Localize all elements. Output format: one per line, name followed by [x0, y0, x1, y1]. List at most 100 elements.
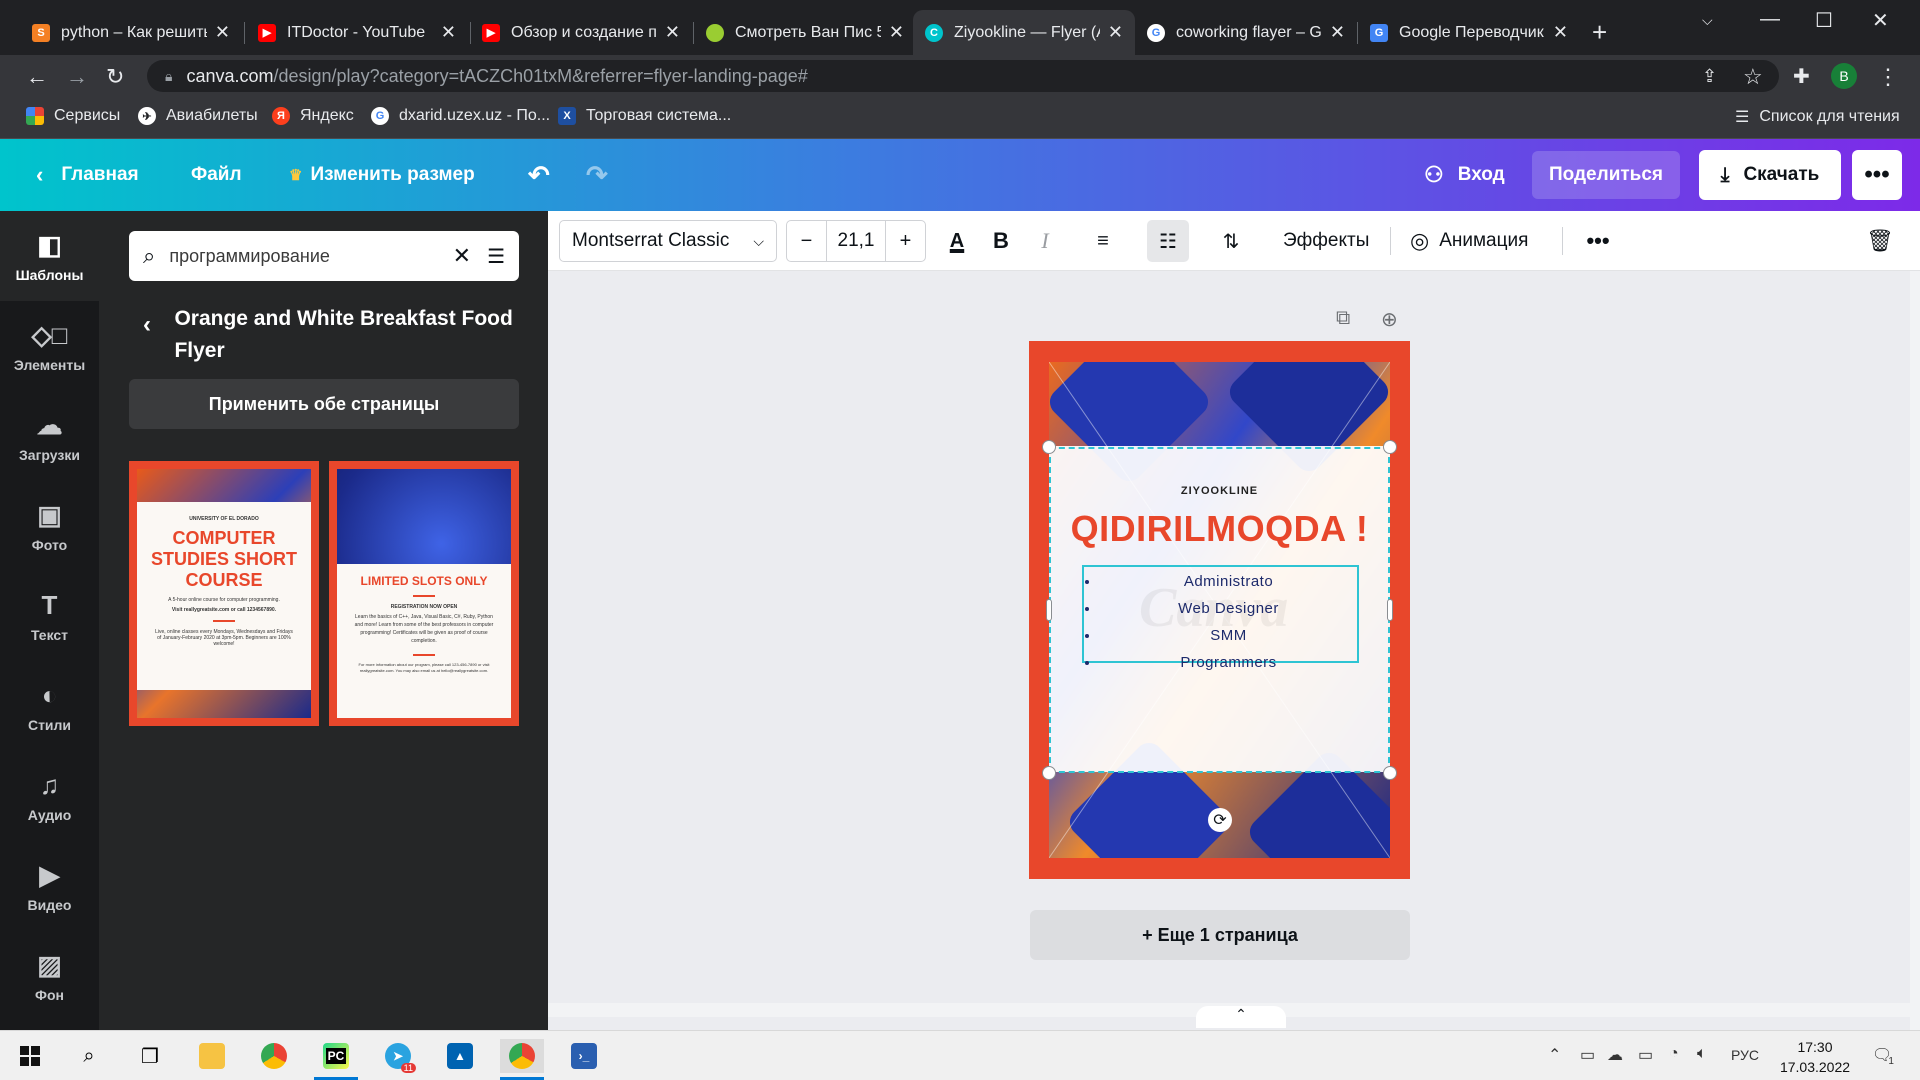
address-bar[interactable]: 🔒︎ canva.com/design/play?category=tACZCh… — [147, 60, 1779, 92]
browser-tab-active[interactable]: C Ziyookline — Flyer (A ✕ — [913, 10, 1135, 55]
browser-tab[interactable]: ▶ Обзор и создание п ✕ — [470, 10, 692, 55]
rail-background[interactable]: ▨ Фон — [0, 931, 99, 1021]
close-tab-icon[interactable]: ✕ — [1553, 22, 1568, 43]
reading-list[interactable]: ☰ Список для чтения — [1735, 107, 1900, 127]
animation-button[interactable]: ◎ Анимация — [1410, 220, 1528, 262]
bookmark-item[interactable]: Gdxarid.uzex.uz - По... — [371, 107, 550, 125]
task-view-icon[interactable]: ❐ — [128, 1039, 172, 1073]
rail-video[interactable]: ▶ Видео — [0, 841, 99, 931]
vertical-scrollbar[interactable] — [1910, 271, 1920, 1030]
bookmark-item[interactable]: Сервисы — [26, 107, 120, 125]
battery-icon[interactable]: ▭ — [1638, 1045, 1653, 1065]
clock[interactable]: 17:30 17.03.2022 — [1760, 1037, 1870, 1077]
browser-tab[interactable]: G Google Переводчик ✕ — [1358, 10, 1580, 55]
resize-handle[interactable] — [1042, 766, 1056, 780]
forward-icon[interactable]: → — [66, 64, 88, 90]
italic-button[interactable]: I — [1024, 220, 1066, 262]
line-spacing-button[interactable]: ⇅ — [1210, 220, 1252, 262]
file-menu-button[interactable]: Файл — [191, 139, 242, 211]
resize-handle[interactable] — [1383, 766, 1397, 780]
onedrive-icon[interactable]: ☁ — [1607, 1045, 1623, 1065]
maximize-icon[interactable]: ☐ — [1815, 8, 1833, 33]
redo-icon[interactable]: ↷ — [586, 139, 608, 211]
volume-icon[interactable]: 🔈︎ — [1697, 1045, 1707, 1063]
bookmark-item[interactable]: X Торговая система... — [558, 107, 731, 125]
window-close-icon[interactable]: ✕ — [1872, 8, 1889, 33]
chrome-profile-icon[interactable] — [500, 1039, 544, 1073]
close-tab-icon[interactable]: ✕ — [441, 22, 456, 43]
template-search-input[interactable]: ⌕ программирование ✕ ☰ — [129, 231, 519, 281]
resize-button[interactable]: ♛ Изменить размер — [289, 139, 475, 211]
close-tab-icon[interactable]: ✕ — [215, 22, 230, 43]
telegram-icon[interactable]: ➤ 11 — [376, 1039, 420, 1073]
template-page-thumbnail[interactable]: LIMITED SLOTS ONLY REGISTRATION NOW OPEN… — [329, 461, 519, 726]
wifi-icon[interactable]: ◔ — [1669, 1045, 1679, 1063]
close-tab-icon[interactable]: ✕ — [665, 22, 680, 43]
rail-audio[interactable]: ♫ Аудио — [0, 751, 99, 841]
side-handle[interactable] — [1387, 599, 1393, 621]
effects-button[interactable]: Эффекты — [1283, 220, 1369, 262]
align-center-button[interactable]: ≡ — [1082, 220, 1124, 262]
trash-icon[interactable]: 🗑︎ — [1860, 220, 1900, 262]
rail-uploads[interactable]: ☁ Загрузки — [0, 391, 99, 481]
close-tab-icon[interactable]: ✕ — [1108, 22, 1123, 43]
more-toolbar-icon[interactable]: ••• — [1578, 220, 1618, 262]
bold-button[interactable]: B — [980, 220, 1022, 262]
close-tab-icon[interactable]: ✕ — [889, 22, 904, 43]
rail-text[interactable]: T Текст — [0, 571, 99, 661]
bookmark-item[interactable]: Я Яндекс — [272, 107, 354, 125]
minimize-icon[interactable]: — — [1760, 8, 1780, 31]
back-icon[interactable]: ← — [26, 64, 48, 90]
tab-search-icon[interactable]: ⌵ — [1702, 12, 1713, 29]
clear-search-icon[interactable]: ✕ — [453, 243, 471, 269]
add-page-button[interactable]: + Еще 1 страница — [1030, 910, 1410, 960]
duplicate-page-icon[interactable]: ⧉ — [1336, 307, 1350, 330]
rail-photos[interactable]: ▣ Фото — [0, 481, 99, 571]
login-button[interactable]: ⚇ Вход — [1424, 139, 1505, 211]
new-tab-button[interactable]: + — [1592, 17, 1607, 48]
font-family-dropdown[interactable]: Montserrat Classic ⌵ — [559, 220, 777, 262]
windows-start-icon[interactable] — [8, 1039, 52, 1073]
text-color-button[interactable]: A — [936, 220, 978, 262]
bookmark-item[interactable]: ✈ Авиабилеты — [138, 107, 258, 125]
browser-tab[interactable]: S python – Как решить ✕ — [20, 10, 242, 55]
side-handle[interactable] — [1046, 599, 1052, 621]
increase-size-button[interactable]: + — [886, 230, 925, 253]
template-page-thumbnail[interactable]: UNIVERSITY OF EL DORADO COMPUTER STUDIES… — [129, 461, 319, 726]
back-chevron-icon[interactable]: ‹ — [129, 303, 174, 367]
browser-tab[interactable]: ▶ ITDoctor - YouTube ✕ — [246, 10, 468, 55]
rotate-icon[interactable]: ⟳ — [1208, 808, 1232, 832]
browser-tab[interactable]: Смотреть Ван Пис 5(✕ — [694, 10, 916, 55]
more-options-button[interactable]: ••• — [1852, 150, 1902, 200]
font-size-input[interactable]: 21,1 — [826, 221, 886, 261]
rail-styles[interactable]: ◐ Стили — [0, 661, 99, 751]
close-tab-icon[interactable]: ✕ — [1330, 22, 1345, 43]
home-button[interactable]: ‹ Главная — [36, 139, 139, 211]
rail-templates[interactable]: ◧ Шаблоны — [0, 211, 99, 301]
bookmark-star-icon[interactable]: ☆ — [1743, 64, 1763, 90]
share-button[interactable]: Поделиться — [1532, 151, 1680, 199]
show-pages-button[interactable]: ⌃ — [1196, 1006, 1286, 1028]
pycharm-icon[interactable]: PC — [314, 1039, 358, 1073]
apply-both-pages-button[interactable]: Применить обе страницы — [129, 379, 519, 429]
language-indicator[interactable]: РУС — [1731, 1047, 1759, 1063]
notifications-icon[interactable]: 🗨︎1 — [1872, 1045, 1898, 1067]
filter-icon[interactable]: ☰ — [487, 244, 505, 269]
add-page-icon[interactable]: ⊕ — [1381, 307, 1398, 332]
browser-menu-icon[interactable]: ⋮ — [1877, 64, 1899, 90]
share-page-icon[interactable]: ⇪ — [1702, 66, 1717, 87]
photos-icon[interactable]: ▲ — [438, 1039, 482, 1073]
search-icon[interactable]: ⌕ — [67, 1039, 111, 1073]
file-explorer-icon[interactable] — [190, 1039, 234, 1073]
resize-handle[interactable] — [1042, 440, 1056, 454]
decrease-size-button[interactable]: − — [787, 230, 826, 253]
bullet-list-button[interactable]: ☷ — [1147, 220, 1189, 262]
extensions-icon[interactable]: ✚ — [1793, 64, 1810, 89]
resize-handle[interactable] — [1383, 440, 1397, 454]
browser-tab[interactable]: G coworking flayer – Go ✕ — [1135, 10, 1357, 55]
meet-icon[interactable]: ▭ — [1580, 1045, 1595, 1065]
undo-icon[interactable]: ↶ — [528, 139, 550, 211]
tray-chevron-icon[interactable]: ⌃ — [1548, 1045, 1561, 1065]
rail-elements[interactable]: ◇□ Элементы — [0, 301, 99, 391]
profile-avatar[interactable]: B — [1831, 63, 1857, 89]
